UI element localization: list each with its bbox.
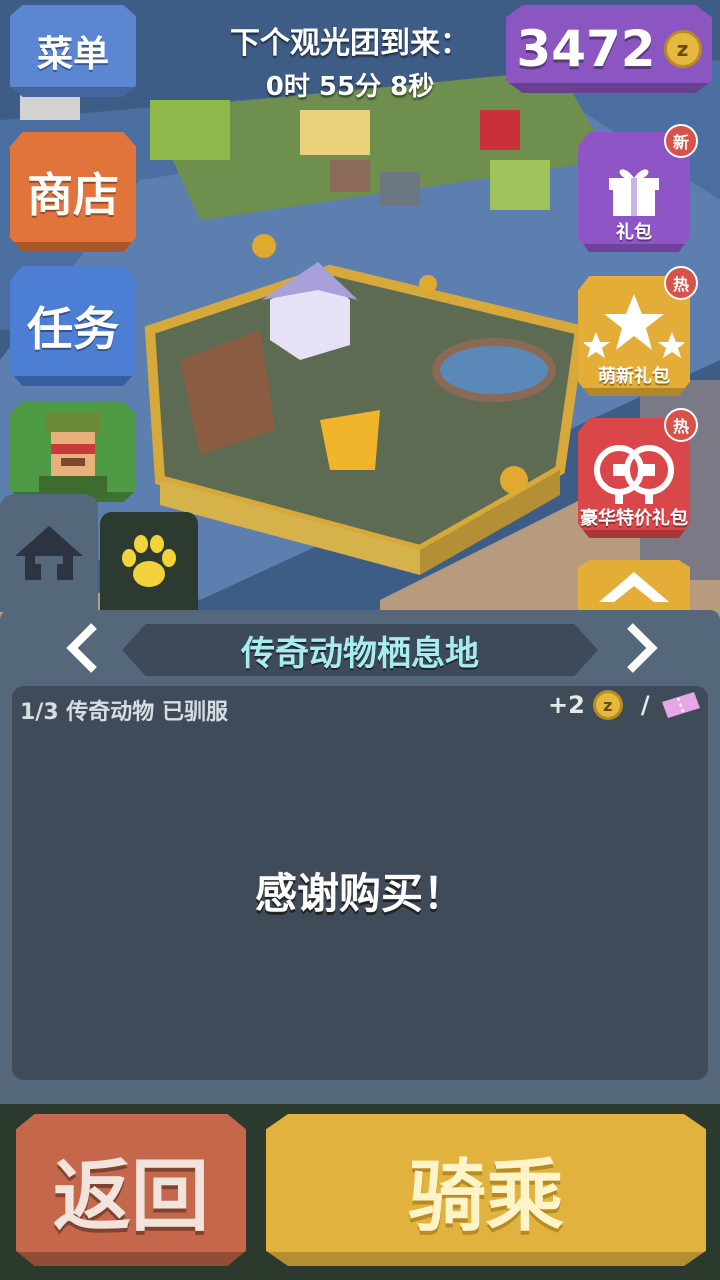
ride-button[interactable]: 骑乘 <box>266 1114 706 1266</box>
ticket-icon <box>661 692 700 718</box>
menu-button[interactable]: 菜单 <box>10 5 136 97</box>
back-button[interactable]: 返回 <box>16 1114 246 1266</box>
coin-balance[interactable]: 3472 z <box>506 5 712 93</box>
home-icon <box>15 526 83 580</box>
deluxe-pack-label: 豪华特价礼包 <box>580 508 688 529</box>
shop-label: 商店 <box>27 168 119 222</box>
purchase-message: 感谢购买！ <box>254 869 465 918</box>
shop-button[interactable]: 商店 <box>10 132 136 252</box>
tab-animals[interactable] <box>100 512 198 612</box>
starter-pack-label: 萌新礼包 <box>598 366 670 387</box>
game-screen: 菜单 下个观光团到来： 0时 55分 8秒 3472 z 商店 任务 礼包 新 … <box>0 0 720 1280</box>
ribbon-icon <box>599 572 669 602</box>
menu-label: 菜单 <box>36 34 109 75</box>
ranger-button[interactable] <box>10 402 136 502</box>
tour-countdown: 下个观光团到来： 0时 55分 8秒 <box>200 18 500 103</box>
starter-hot-badge: 热 <box>664 266 698 300</box>
tab-home[interactable] <box>0 494 98 612</box>
next-habitat-button[interactable] <box>620 620 664 676</box>
chevron-right-icon <box>627 623 658 673</box>
tamed-progress: 1/3 传奇动物 已驯服 <box>20 700 228 725</box>
quest-label: 任务 <box>27 302 119 356</box>
stars-icon <box>584 294 684 358</box>
coin-icon: z <box>663 30 702 68</box>
deluxe-hot-badge: 热 <box>664 408 698 442</box>
coins-icon <box>594 445 674 504</box>
gift-new-badge: 新 <box>664 124 698 158</box>
gift-pack-label: 礼包 <box>616 222 652 243</box>
quest-button[interactable]: 任务 <box>10 266 136 386</box>
reward-coin-icon: z <box>592 690 623 720</box>
tour-label: 下个观光团到来： <box>230 26 470 61</box>
reward-separator: / <box>640 691 650 719</box>
coin-count: 3472 <box>516 20 656 78</box>
paw-icon <box>122 535 176 587</box>
reward-amount: +2 <box>548 691 585 719</box>
back-label: 返回 <box>52 1152 209 1242</box>
habitat-title: 传奇动物栖息地 <box>241 633 479 674</box>
previous-habitat-button[interactable] <box>60 620 104 676</box>
tour-timer: 0时 55分 8秒 <box>265 72 435 102</box>
reward-info: +2 z / <box>548 690 702 720</box>
ride-label: 骑乘 <box>407 1152 564 1242</box>
gift-box-icon <box>609 169 659 216</box>
habitat-title-bar: 传奇动物栖息地 <box>122 624 598 676</box>
chevron-left-icon <box>66 623 97 673</box>
ranger-portrait-icon <box>39 412 107 498</box>
